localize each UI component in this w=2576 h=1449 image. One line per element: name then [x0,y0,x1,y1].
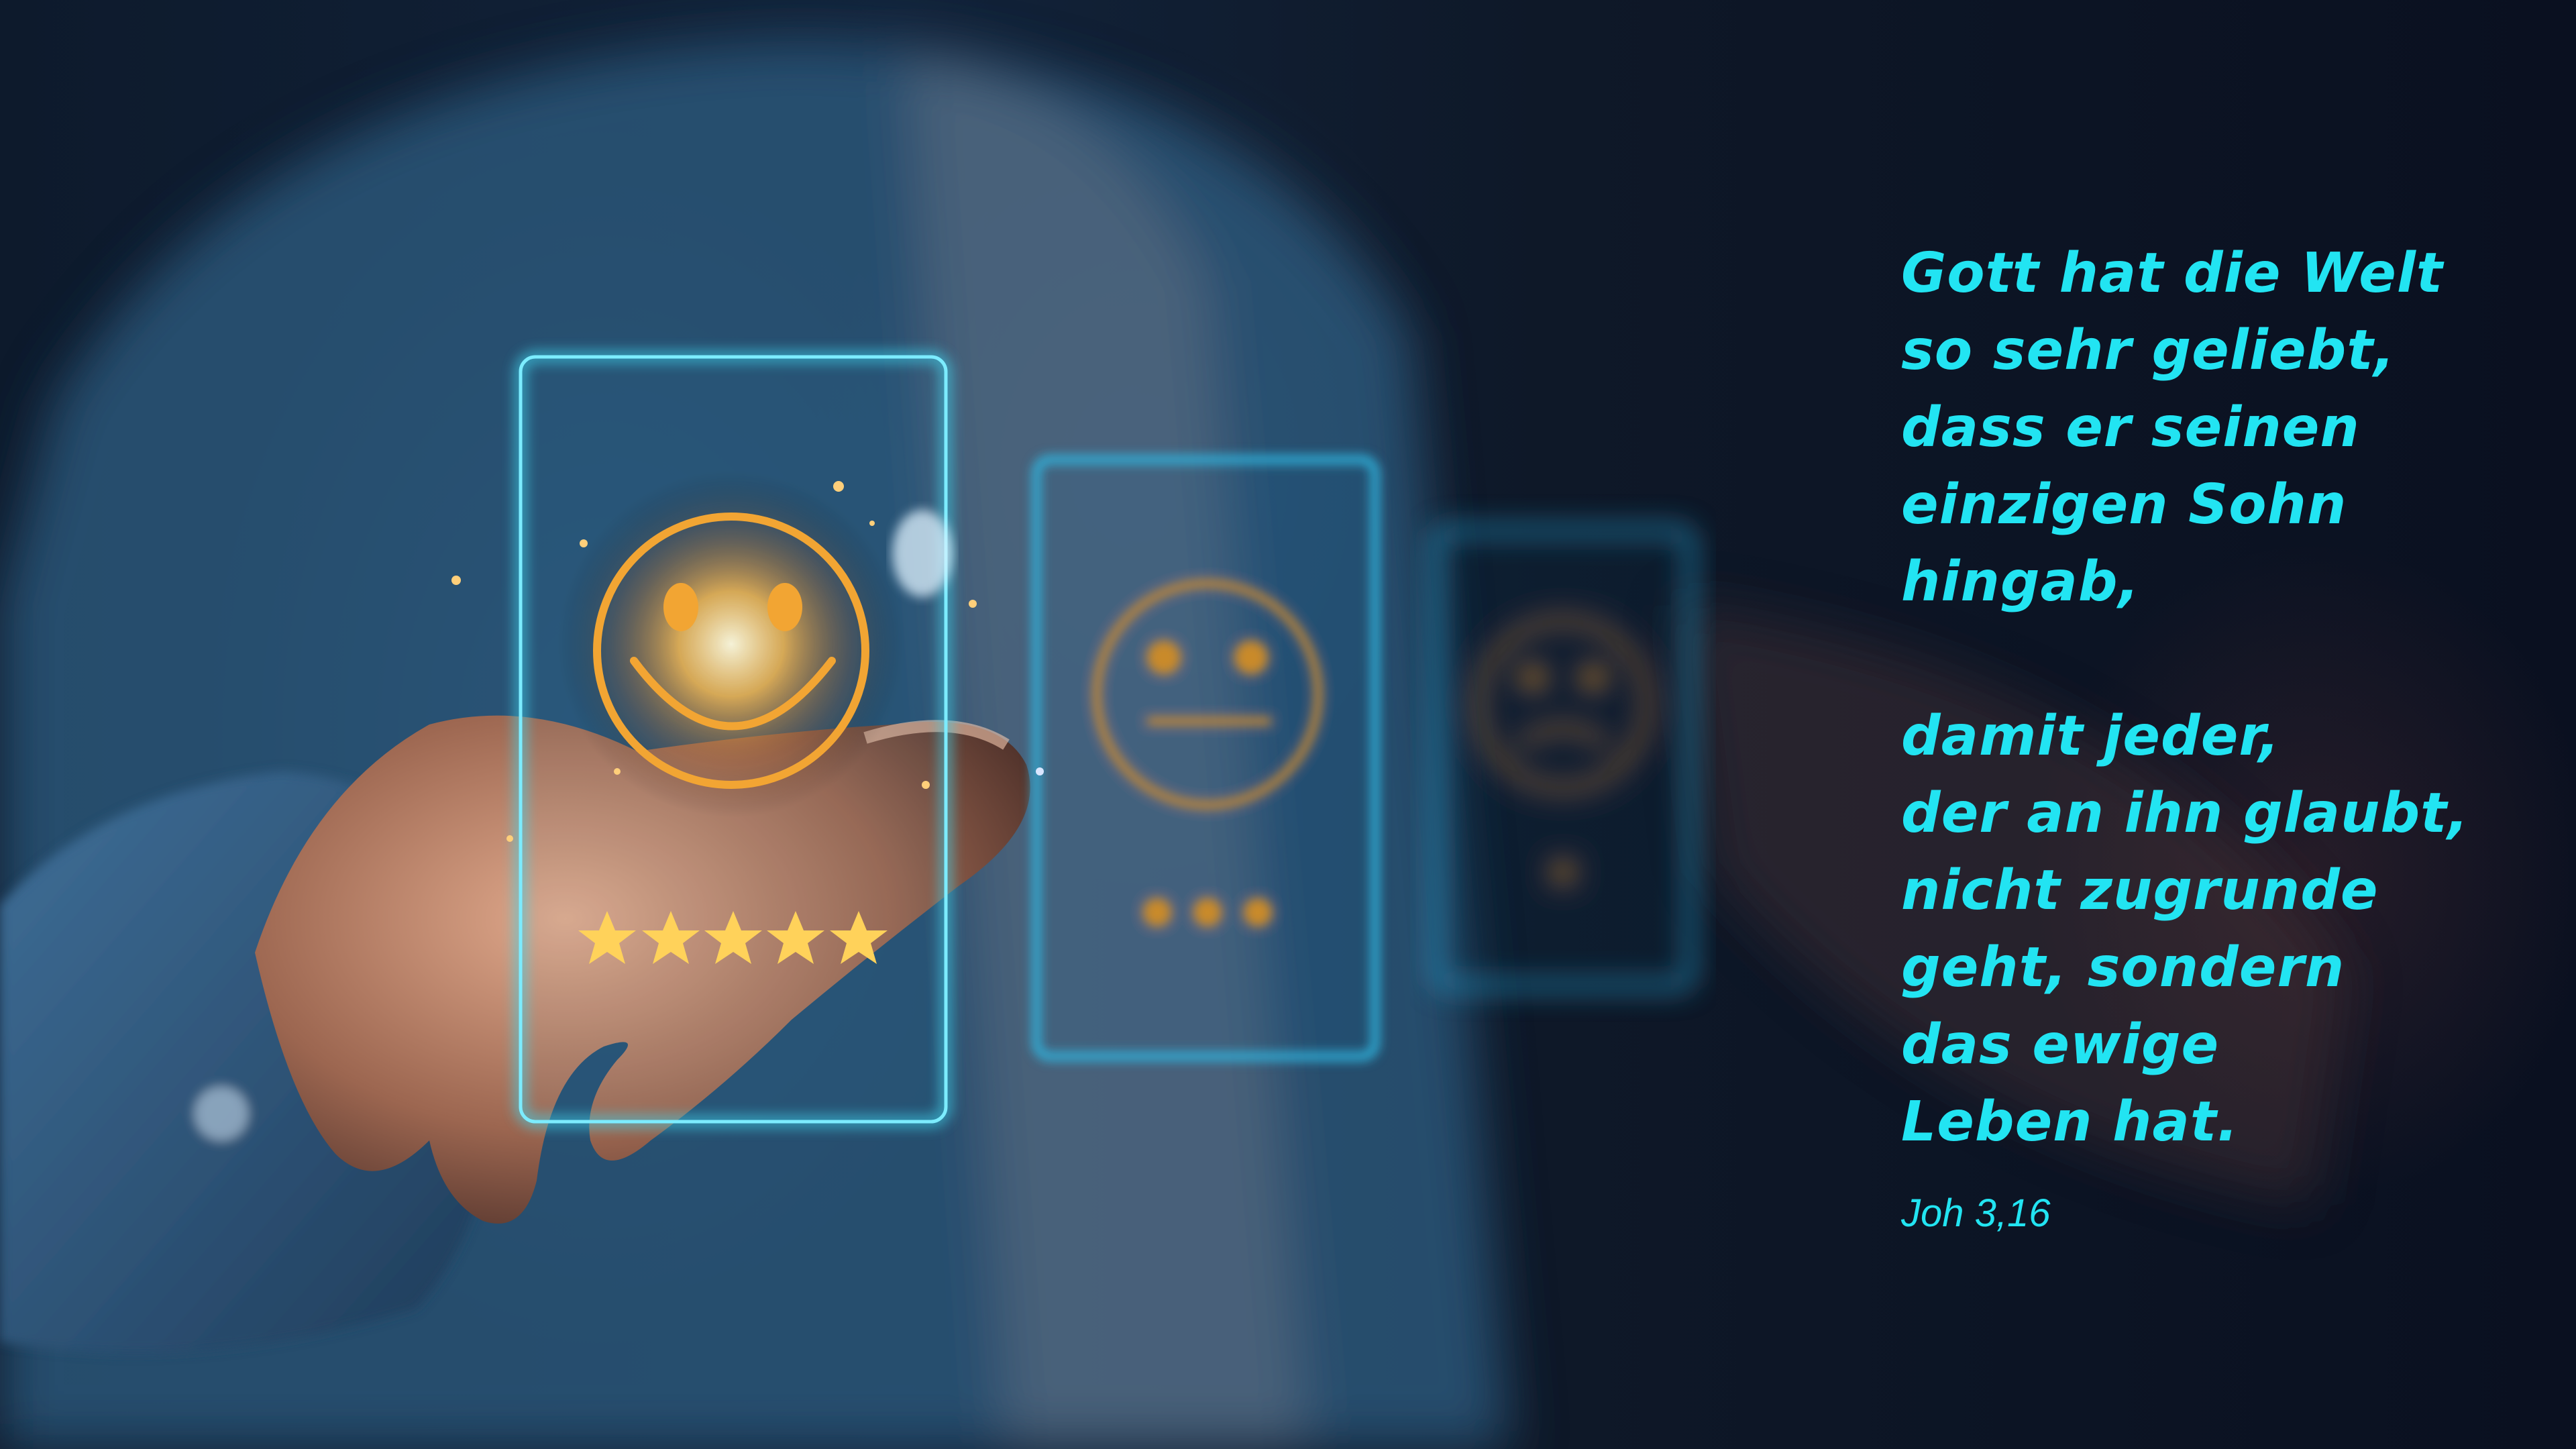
rating-card-neutral [1032,455,1379,1061]
verse-line: dass er seinen [1901,396,2360,460]
verse-line: so sehr geliebt, [1901,319,2396,382]
light-flare [892,510,953,597]
bible-verse: Gott hat die Welt so sehr geliebt, dass … [1901,235,2545,1161]
rating-card-sad [1432,526,1695,990]
verse-line: damit jeder, [1901,704,2280,768]
verse-reference: Joh 3,16 [1901,1191,2051,1235]
verse-line: Gott hat die Welt [1901,241,2444,305]
stanza-gap [1901,621,2545,698]
verse-line: der an ihn glaubt, [1901,782,2469,845]
verse-line: einzigen Sohn [1901,473,2347,537]
three-star-rating [1142,898,1273,927]
rating-card-happy [516,352,951,1126]
verse-line: nicht zugrunde [1901,859,2379,922]
verse-part-1: Gott hat die Welt so sehr geliebt, dass … [1901,235,2545,621]
verse-part-2: damit jeder, der an ihn glaubt, nicht zu… [1901,698,2545,1161]
verse-line: Leben hat. [1901,1090,2239,1154]
verse-line: das ewige [1901,1013,2220,1077]
verse-line: hingab, [1901,550,2140,614]
background-photo: Gott hat die Welt so sehr geliebt, dass … [0,0,2576,1449]
one-star-rating [1551,860,1575,884]
verse-line: geht, sondern [1901,936,2345,1000]
